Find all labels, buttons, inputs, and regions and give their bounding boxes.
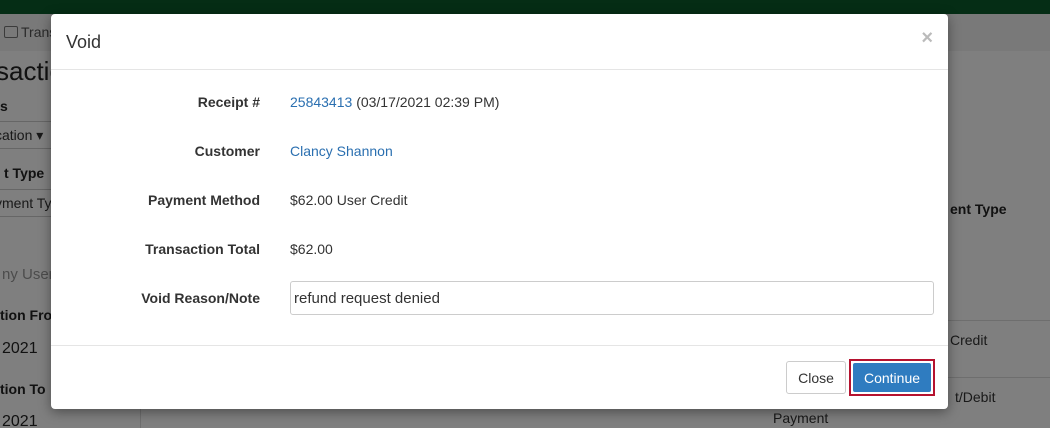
- void-reason-label: Void Reason/Note: [141, 290, 260, 306]
- customer-value: Clancy Shannon: [290, 143, 393, 159]
- customer-label: Customer: [194, 143, 260, 159]
- transaction-total-label: Transaction Total: [145, 241, 260, 257]
- payment-method-label: Payment Method: [147, 192, 260, 208]
- payment-method-value: $62.00 User Credit: [290, 192, 408, 208]
- continue-button[interactable]: Continue: [853, 363, 931, 392]
- receipt-value: 25843413 (03/17/2021 02:39 PM): [290, 94, 499, 110]
- close-button[interactable]: Close: [786, 361, 846, 394]
- receipt-label: Receipt #: [197, 94, 260, 110]
- void-dialog: Void × Receipt # 25843413 (03/17/2021 02…: [51, 14, 948, 409]
- dialog-footer-divider: [51, 345, 948, 346]
- dialog-header: Void ×: [51, 14, 948, 70]
- customer-link[interactable]: Clancy Shannon: [290, 143, 393, 159]
- receipt-number-link[interactable]: 25843413: [290, 94, 352, 110]
- void-reason-input[interactable]: [290, 281, 934, 315]
- dialog-title: Void: [66, 32, 102, 52]
- receipt-date: (03/17/2021 02:39 PM): [356, 94, 500, 110]
- transaction-total-value: $62.00: [290, 241, 333, 257]
- close-icon[interactable]: ×: [921, 28, 933, 48]
- continue-button-highlight: Continue: [849, 359, 935, 396]
